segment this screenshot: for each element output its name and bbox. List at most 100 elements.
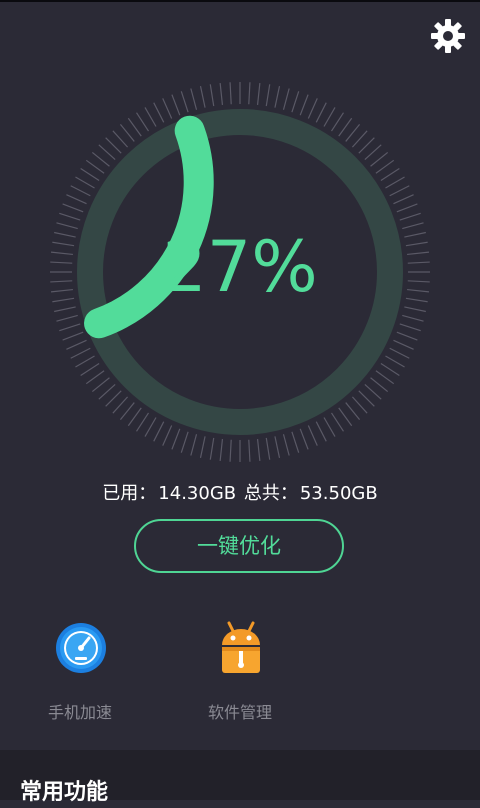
gauge-tick bbox=[299, 94, 309, 116]
gauge-tick bbox=[338, 117, 353, 137]
gauge-tick bbox=[50, 288, 73, 293]
gauge-tick bbox=[405, 241, 428, 247]
gauge-tick bbox=[407, 288, 430, 293]
gauge-tick bbox=[52, 297, 75, 303]
gauge-tick bbox=[375, 159, 395, 174]
gauge-tick bbox=[407, 280, 430, 283]
tool-label-apps: 软件管理 bbox=[207, 703, 272, 722]
gauge-tick bbox=[389, 185, 410, 197]
gauge-tick bbox=[229, 439, 232, 462]
gauge-tick bbox=[66, 339, 87, 350]
app-management-tool[interactable]: 软件管理 bbox=[170, 615, 310, 730]
gauge-tick bbox=[153, 102, 165, 123]
gauge-tick bbox=[50, 280, 73, 283]
gauge-tick bbox=[330, 412, 344, 432]
gauge-tick bbox=[91, 377, 110, 393]
gauge-tick bbox=[190, 434, 198, 456]
speedometer-icon bbox=[56, 623, 106, 673]
gauge-tick bbox=[112, 130, 129, 148]
gauge-tick bbox=[358, 137, 375, 154]
gauge-tick bbox=[162, 425, 173, 446]
gauge-tick bbox=[274, 86, 281, 108]
gauge-tick bbox=[405, 297, 428, 303]
gauge-tick bbox=[59, 212, 81, 221]
gauge-tick bbox=[407, 261, 430, 264]
gauge-tick bbox=[351, 396, 368, 414]
gauge-tick bbox=[389, 347, 410, 359]
gauge-tick bbox=[380, 362, 400, 376]
gauge-tick bbox=[80, 362, 100, 376]
gauge-tick bbox=[75, 176, 95, 189]
gauge-tick bbox=[315, 102, 327, 123]
gauge-tick bbox=[265, 84, 271, 107]
gauge-tick bbox=[105, 390, 122, 407]
gauge-tick bbox=[291, 431, 300, 453]
gauge-tick bbox=[404, 231, 426, 238]
one-key-optimize-button[interactable]: 一键优化 bbox=[134, 519, 344, 573]
gauge-tick bbox=[209, 437, 215, 460]
gauge-tick bbox=[323, 107, 336, 127]
gauge-tick bbox=[370, 151, 389, 167]
memory-percent: 27% bbox=[162, 226, 318, 308]
gauge-tick bbox=[404, 306, 426, 313]
gauge-tick bbox=[385, 176, 405, 189]
gauge-tick bbox=[380, 168, 400, 182]
gauge-tick bbox=[144, 107, 157, 127]
gauge-tick bbox=[338, 407, 353, 427]
used-value: 14.30GB bbox=[158, 483, 237, 504]
gauge-tick bbox=[399, 212, 421, 221]
gauge-tick bbox=[307, 98, 318, 119]
gauge-tick bbox=[199, 86, 206, 108]
gauge-tick bbox=[199, 436, 206, 458]
gauge-tick bbox=[85, 370, 105, 385]
gauge-tick bbox=[180, 431, 189, 453]
gauge-tick bbox=[171, 428, 181, 450]
gauge-tick bbox=[229, 82, 232, 105]
gauge-tick bbox=[162, 98, 173, 119]
gauge-tick bbox=[364, 144, 382, 161]
common-functions-panel: 常用功能 bbox=[0, 750, 480, 805]
gauge-tick bbox=[136, 112, 150, 132]
gauge-tick bbox=[330, 112, 344, 132]
gauge-tick bbox=[105, 137, 122, 154]
gauge-tick bbox=[219, 439, 224, 462]
gauge-tick bbox=[70, 185, 91, 197]
gauge-tick bbox=[315, 421, 327, 442]
phone-speedup-tool[interactable]: 手机加速 bbox=[10, 615, 150, 730]
gauge-tick bbox=[323, 417, 336, 437]
gauge-tick bbox=[399, 323, 421, 332]
storage-info: 已用： 14.30GB 总共： 53.50GB bbox=[0, 480, 480, 508]
gauge-tick bbox=[358, 390, 375, 407]
gauge-tick bbox=[56, 314, 78, 322]
gauge-tick bbox=[402, 314, 424, 322]
gauge-tick bbox=[66, 194, 87, 205]
gauge-tick bbox=[153, 421, 165, 442]
gauge-tick bbox=[52, 241, 75, 247]
gauge-tick bbox=[91, 151, 110, 167]
gauge-tick bbox=[144, 417, 157, 437]
gauge-tick bbox=[291, 91, 300, 113]
gauge-tick bbox=[282, 434, 290, 456]
gauge-tick bbox=[396, 331, 418, 341]
gauge-tick bbox=[299, 428, 309, 450]
gauge-tick bbox=[171, 94, 181, 116]
gauge-tick bbox=[62, 203, 84, 213]
gauge-tick bbox=[70, 347, 91, 359]
gauge-tick bbox=[256, 82, 261, 105]
gauge-tick bbox=[345, 402, 361, 421]
gauge-tick bbox=[282, 88, 290, 110]
gauge-tick bbox=[256, 439, 261, 462]
gauge-tick bbox=[393, 194, 414, 205]
gauge-tick bbox=[50, 251, 73, 256]
gauge-tick bbox=[98, 383, 116, 400]
gauge-tick bbox=[136, 412, 150, 432]
gauge-tick bbox=[56, 222, 78, 230]
gauge-tick bbox=[396, 203, 418, 213]
section-title: 常用功能 bbox=[20, 780, 109, 805]
gauge-tick bbox=[75, 355, 95, 368]
gauge-tick bbox=[85, 159, 105, 174]
gauge-tick bbox=[385, 355, 405, 368]
gauge-tick bbox=[119, 402, 135, 421]
gauge-tick bbox=[54, 306, 76, 313]
gauge-tick bbox=[127, 117, 142, 137]
